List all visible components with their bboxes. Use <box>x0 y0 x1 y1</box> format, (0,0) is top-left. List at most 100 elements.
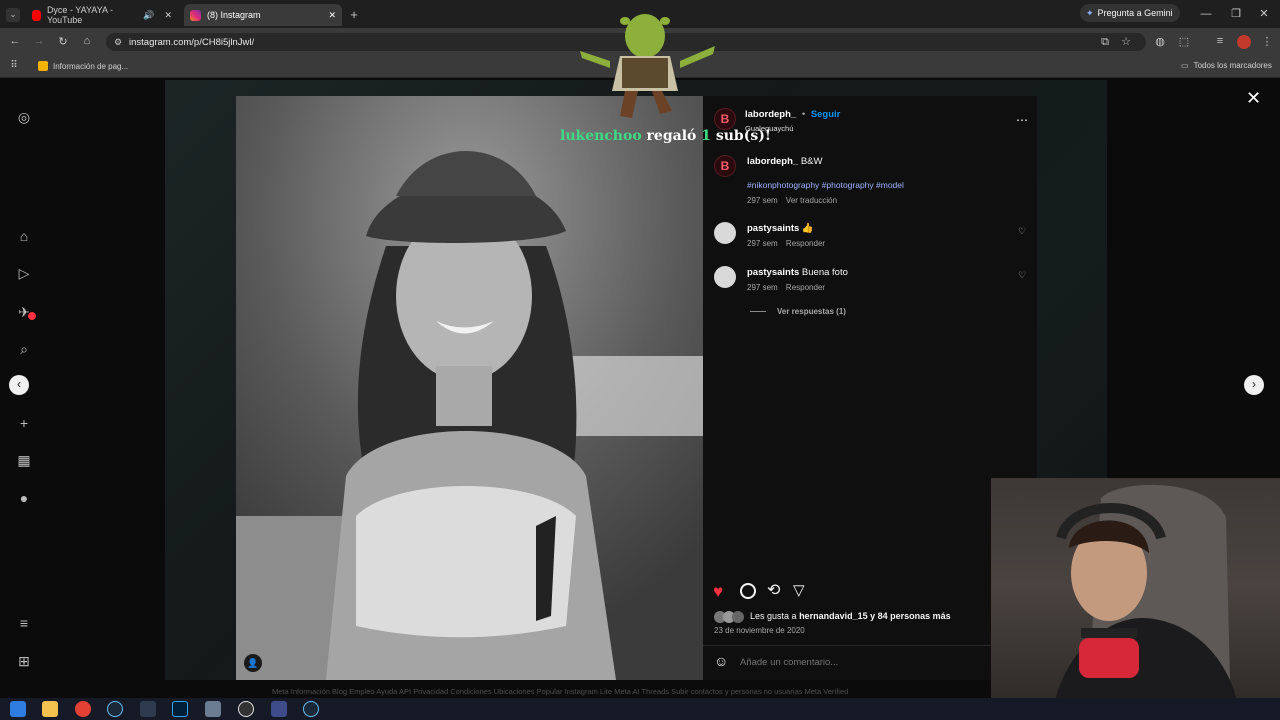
caption-hashtags[interactable]: #nikonphotography #photography #model <box>747 180 904 190</box>
back-icon[interactable]: ← <box>8 35 22 47</box>
reels-icon[interactable]: ▷ <box>14 263 34 283</box>
home-nav-icon[interactable]: ⌂ <box>14 226 34 246</box>
comment-username[interactable]: pastysaints <box>747 267 799 278</box>
likes-user[interactable]: hernandavid_15 <box>799 611 868 621</box>
like-heart-icon[interactable]: ♥ <box>713 582 723 602</box>
caption-username[interactable]: labordeph_ <box>747 156 798 167</box>
home-icon[interactable]: ⌂ <box>80 35 94 47</box>
all-bookmarks-label: Todos los marcadores <box>1193 61 1272 70</box>
extensions-icon[interactable]: ⬚ <box>1177 35 1191 48</box>
like-comment-icon[interactable]: ♡ <box>1018 226 1026 237</box>
comment-meta: 297 sem Responder <box>747 239 825 248</box>
tab-instagram[interactable]: (8) Instagram ✕ <box>184 4 342 26</box>
menu-icon[interactable]: ⋮ <box>1261 35 1273 48</box>
portrait-image <box>236 96 703 680</box>
taskbar <box>0 698 1280 720</box>
comment-meta: 297 sem Responder <box>747 283 825 292</box>
reply-link[interactable]: Responder <box>786 283 825 292</box>
instagram-logo-icon[interactable]: ◎ <box>14 107 34 127</box>
steam-icon[interactable] <box>107 701 123 717</box>
gemini-icon: ✦ <box>1086 7 1094 18</box>
caption-meta: 297 sem Ver traducción <box>747 196 837 205</box>
reply-link[interactable]: Responder <box>786 239 825 248</box>
gift-suffix: sub(s)! <box>715 128 771 144</box>
terminal-icon[interactable] <box>140 701 156 717</box>
windows-start-icon[interactable] <box>10 701 26 717</box>
threads-icon[interactable]: ⊞ <box>14 651 34 671</box>
apps-grid-icon[interactable]: ⠿ <box>8 60 20 71</box>
bookmark-item[interactable]: Información de pag... <box>38 61 128 71</box>
gift-user: lukenchoo <box>560 128 642 144</box>
gift-count: 1 <box>701 128 711 144</box>
install-icon[interactable]: ⧉ <box>1098 36 1112 49</box>
author-username[interactable]: labordeph_ <box>745 109 796 120</box>
view-replies-link[interactable]: Ver respuestas (1) <box>777 307 846 316</box>
reload-icon[interactable]: ↻ <box>56 35 70 48</box>
streamer-image <box>1051 484 1241 720</box>
commenter-avatar[interactable] <box>714 222 736 244</box>
more-options-icon[interactable]: ⋯ <box>1016 113 1028 127</box>
comment-text: Buena foto <box>801 267 848 278</box>
dashboard-icon[interactable]: ▦ <box>14 450 34 470</box>
tagged-users-icon[interactable]: 👤 <box>244 654 262 672</box>
caption-time: 297 sem <box>747 196 778 205</box>
caption-avatar[interactable]: B <box>714 155 736 177</box>
comment-divider <box>703 645 991 646</box>
profile-nav-icon[interactable]: ● <box>14 488 34 508</box>
search-nav-icon[interactable]: ⌕ <box>14 339 34 359</box>
app-icon[interactable] <box>271 701 287 717</box>
next-post-button[interactable]: › <box>1244 375 1264 395</box>
new-tab-icon[interactable]: + <box>347 7 361 22</box>
instagram-favicon-icon <box>190 9 201 21</box>
post-header: labordeph_ • Seguir <box>745 109 841 120</box>
caption: labordeph_ B&W <box>747 156 822 167</box>
all-bookmarks[interactable]: ▭ Todos los marcadores <box>1181 61 1272 70</box>
more-menu-icon[interactable]: ≡ <box>14 613 34 633</box>
bookmark-star-icon[interactable]: ☆ <box>1119 35 1133 48</box>
chrome-icon[interactable] <box>75 701 91 717</box>
add-comment-input[interactable] <box>740 654 980 670</box>
youtube-icon <box>32 9 41 21</box>
tab-search-icon[interactable]: ⌄ <box>6 8 20 22</box>
bookmark-label: Información de pag... <box>53 61 129 71</box>
folder-icon: ▭ <box>1181 61 1189 70</box>
steam-icon[interactable] <box>303 701 319 717</box>
translate-link[interactable]: Ver traducción <box>786 196 837 205</box>
tab-youtube[interactable]: Dyce - YAYAYA - YouTube 🔊 ✕ <box>26 4 178 26</box>
url-text[interactable]: instagram.com/p/CH8i5jlnJwl/ <box>129 37 254 48</box>
webcam-overlay <box>991 478 1280 720</box>
repost-icon[interactable]: ⟲ <box>767 580 780 600</box>
restore-icon[interactable]: ❐ <box>1230 7 1242 20</box>
file-explorer-icon[interactable] <box>42 701 58 717</box>
media-control-icon[interactable]: ≡ <box>1213 35 1227 47</box>
tab-youtube-title: Dyce - YAYAYA - YouTube <box>46 5 113 25</box>
create-icon[interactable]: + <box>14 413 34 433</box>
close-tab-icon[interactable]: ✕ <box>164 10 172 21</box>
extension-globe-icon[interactable]: ◍ <box>1153 35 1167 48</box>
minimize-icon[interactable]: — <box>1200 8 1212 20</box>
comment-username[interactable]: pastysaints <box>747 223 799 234</box>
forward-icon[interactable]: → <box>32 35 46 47</box>
comment-icon[interactable] <box>740 583 756 599</box>
gemini-button[interactable]: ✦ Pregunta a Gemini <box>1080 4 1180 22</box>
site-info-icon[interactable]: ⚙ <box>114 37 122 48</box>
post-photo[interactable]: 👤 <box>236 96 703 680</box>
close-modal-icon[interactable]: ✕ <box>1246 88 1261 109</box>
notification-badge <box>28 312 36 320</box>
emoji-icon[interactable]: ☺ <box>714 653 728 669</box>
likes-suffix[interactable]: y 84 personas más <box>870 611 951 621</box>
close-tab-icon[interactable]: ✕ <box>328 10 336 21</box>
obs-icon[interactable] <box>238 701 254 717</box>
likes-summary[interactable]: Les gusta a hernandavid_15 y 84 personas… <box>750 611 951 621</box>
profile-avatar[interactable] <box>1237 35 1251 49</box>
previous-post-button[interactable]: ‹ <box>9 375 29 395</box>
speaker-icon[interactable]: 🔊 <box>143 10 154 21</box>
photoshop-icon[interactable] <box>172 701 188 717</box>
close-window-icon[interactable]: ✕ <box>1258 7 1270 20</box>
share-icon[interactable]: ▽ <box>793 581 805 599</box>
commenter-avatar[interactable] <box>714 266 736 288</box>
like-comment-icon[interactable]: ♡ <box>1018 270 1026 281</box>
follow-button[interactable]: Seguir <box>811 109 841 120</box>
likes-prefix: Les gusta a <box>750 611 797 621</box>
calculator-icon[interactable] <box>205 701 221 717</box>
